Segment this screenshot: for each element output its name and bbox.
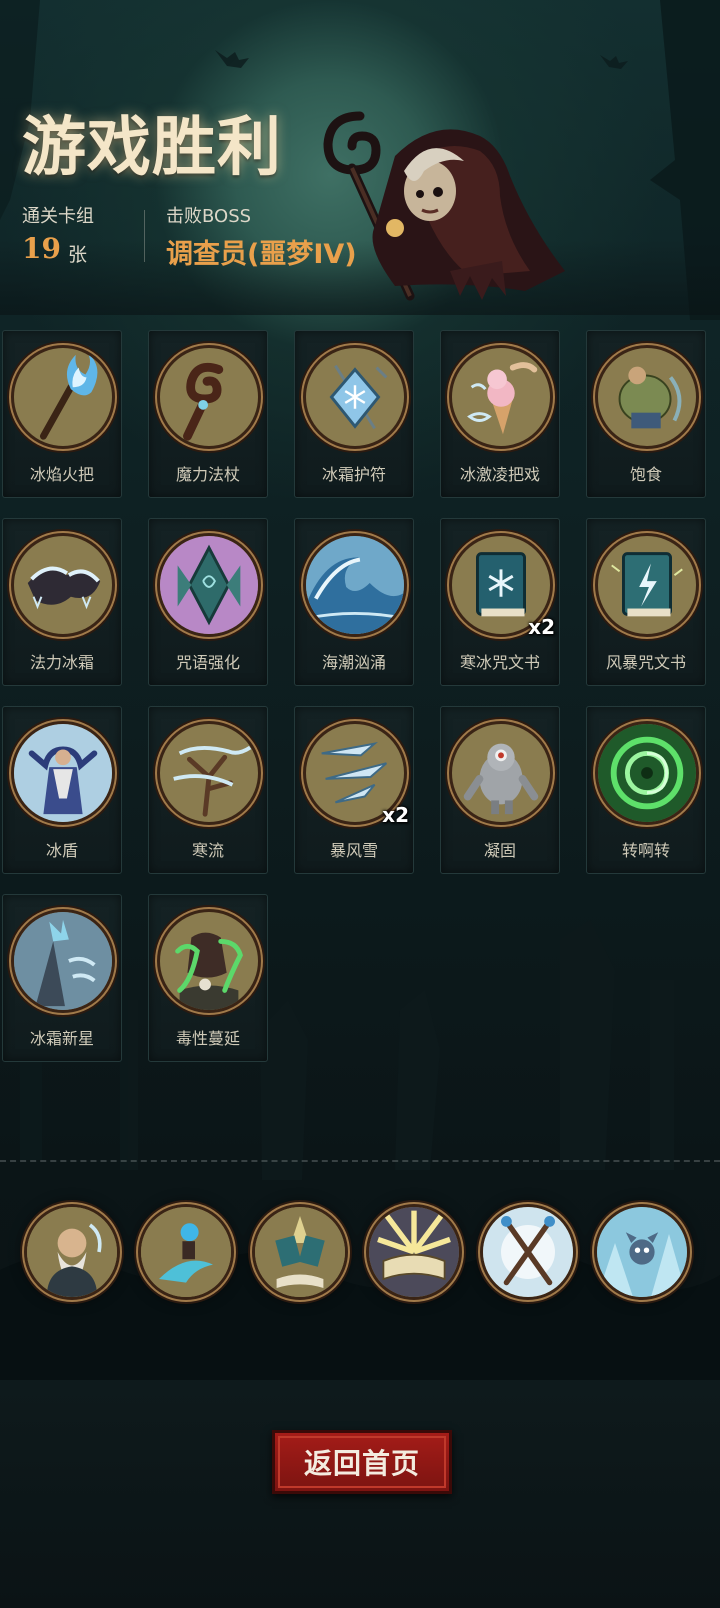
card-label: 饱食 xyxy=(629,465,662,484)
card-label: 转啊转 xyxy=(621,841,670,860)
card-label: 凝固 xyxy=(483,841,516,860)
card-tidal-wave[interactable]: 海潮汹涌 xyxy=(294,518,414,686)
return-home-button[interactable]: 返回首页 xyxy=(272,1430,452,1494)
relic-ice-creature[interactable] xyxy=(594,1204,690,1300)
card-label: 暴风雪 xyxy=(329,841,378,860)
relic-twin-books[interactable] xyxy=(252,1204,348,1300)
crystal-orb-relic-icon xyxy=(141,1207,231,1297)
ice-creature-relic-icon xyxy=(597,1207,687,1297)
tidal-wave-icon xyxy=(303,533,407,637)
card-ice-spellbook[interactable]: 寒冰咒文书 x2 xyxy=(440,518,560,686)
card-ice-shield[interactable]: 冰盾 xyxy=(2,706,122,874)
card-label: 冰焰火把 xyxy=(29,465,94,484)
relic-old-sage[interactable] xyxy=(24,1204,120,1300)
relic-glowing-book[interactable] xyxy=(366,1204,462,1300)
deck-count: 19 xyxy=(22,232,61,265)
card-magic-staff[interactable]: 魔力法杖 xyxy=(148,330,268,498)
page-title: 游戏胜利 xyxy=(22,111,282,185)
spell-boost-icon xyxy=(157,533,261,637)
old-sage-relic-icon xyxy=(27,1207,117,1297)
card-frost-amulet[interactable]: 冰霜护符 xyxy=(294,330,414,498)
card-count-badge: x2 xyxy=(528,615,555,639)
boss-label: 击败BOSS xyxy=(166,206,252,227)
card-label: 魔力法杖 xyxy=(175,465,240,484)
crossed-staffs-relic-icon xyxy=(483,1207,573,1297)
cold-current-icon xyxy=(157,721,261,825)
relic-crossed-staffs[interactable] xyxy=(480,1204,576,1300)
ice-cream-icon xyxy=(449,345,553,449)
card-label: 法力冰霜 xyxy=(29,653,94,672)
card-label: 咒语强化 xyxy=(175,653,240,672)
stat-divider xyxy=(144,210,145,262)
spin-vortex-icon xyxy=(595,721,699,825)
relic-crystal-orb[interactable] xyxy=(138,1204,234,1300)
card-spell-boost[interactable]: 咒语强化 xyxy=(148,518,268,686)
storm-spellbook-icon xyxy=(595,533,699,637)
card-ice-cream[interactable]: 冰激凌把戏 xyxy=(440,330,560,498)
card-label: 寒冰咒文书 xyxy=(459,653,540,672)
solidify-icon xyxy=(449,721,553,825)
card-ice-torch[interactable]: 冰焰火把 xyxy=(2,330,122,498)
card-frost-nova[interactable]: 冰霜新星 xyxy=(2,894,122,1062)
card-blizzard[interactable]: 暴风雪 x2 xyxy=(294,706,414,874)
ice-shield-icon xyxy=(11,721,115,825)
glowing-book-relic-icon xyxy=(369,1207,459,1297)
deck-unit: 张 xyxy=(68,244,88,266)
twin-books-relic-icon xyxy=(255,1207,345,1297)
footer-area xyxy=(0,1380,720,1608)
card-label: 冰霜新星 xyxy=(29,1029,94,1048)
ice-torch-icon xyxy=(11,345,115,449)
satiated-icon xyxy=(595,345,699,449)
section-divider xyxy=(0,1160,720,1162)
frost-amulet-icon xyxy=(303,345,407,449)
toxic-spread-icon xyxy=(157,909,261,1013)
card-label: 冰盾 xyxy=(45,841,78,860)
card-solidify[interactable]: 凝固 xyxy=(440,706,560,874)
frost-nova-icon xyxy=(11,909,115,1013)
card-label: 寒流 xyxy=(191,841,224,860)
card-mana-frost[interactable]: 法力冰霜 xyxy=(2,518,122,686)
card-label: 风暴咒文书 xyxy=(605,653,686,672)
card-storm-spellbook[interactable]: 风暴咒文书 xyxy=(586,518,706,686)
card-spin-vortex[interactable]: 转啊转 xyxy=(586,706,706,874)
card-toxic-spread[interactable]: 毒性蔓延 xyxy=(148,894,268,1062)
deck-label: 通关卡组 xyxy=(22,206,94,227)
boss-name: 调查员(噩梦IV) xyxy=(166,239,357,270)
card-label: 冰霜护符 xyxy=(321,465,386,484)
card-label: 海潮汹涌 xyxy=(321,653,386,672)
boss-witch-illustration xyxy=(323,111,565,301)
card-label: 毒性蔓延 xyxy=(175,1029,240,1048)
card-cold-current[interactable]: 寒流 xyxy=(148,706,268,874)
magic-staff-icon xyxy=(157,345,261,449)
card-satiated[interactable]: 饱食 xyxy=(586,330,706,498)
card-label: 冰激凌把戏 xyxy=(459,465,540,484)
card-count-badge: x2 xyxy=(382,803,409,827)
mana-frost-icon xyxy=(11,533,115,637)
